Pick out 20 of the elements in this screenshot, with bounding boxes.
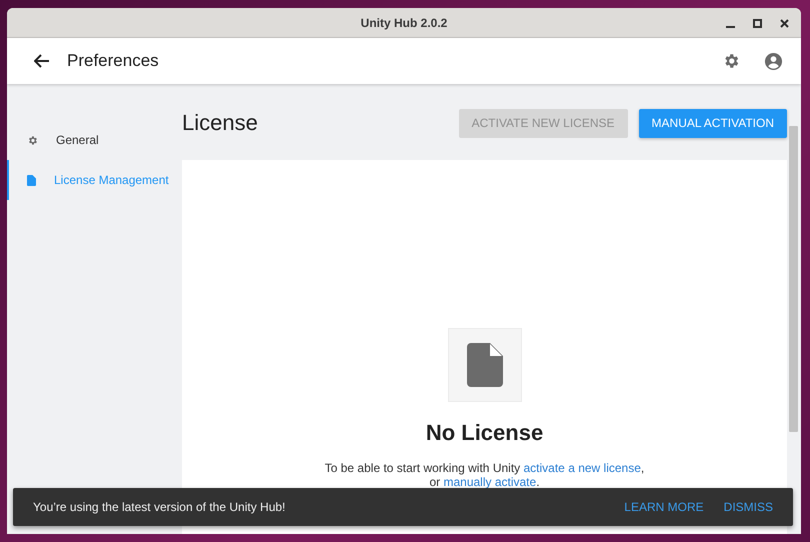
- section-title: License: [182, 110, 258, 136]
- manual-activation-button[interactable]: MANUAL ACTIVATION: [638, 108, 787, 138]
- empty-state-text: To be able to start working with Unity activate a new license, or manually activate.: [324, 461, 644, 489]
- manual-activate-link[interactable]: manually activate: [443, 475, 536, 489]
- document-icon: [466, 343, 502, 387]
- sidebar-item[interactable]: General: [7, 120, 182, 160]
- empty-state-title: No License: [426, 420, 544, 446]
- account-icon[interactable]: [764, 52, 783, 70]
- maximize-icon[interactable]: [753, 19, 762, 28]
- snackbar-message: You’re using the latest version of the Unity Hub!: [33, 500, 286, 514]
- document-icon: [27, 174, 36, 186]
- activate-link[interactable]: activate a new license: [524, 461, 641, 475]
- snackbar-action[interactable]: DISMISS: [724, 500, 773, 514]
- scrollbar[interactable]: [789, 126, 798, 432]
- close-icon[interactable]: [780, 19, 789, 28]
- gear-icon: [27, 134, 38, 146]
- snackbar-action[interactable]: LEARN MORE: [624, 500, 704, 514]
- back-arrow-icon[interactable]: [34, 54, 50, 68]
- page-title: Preferences: [67, 51, 160, 71]
- window-title: Unity Hub 2.0.2: [360, 16, 448, 30]
